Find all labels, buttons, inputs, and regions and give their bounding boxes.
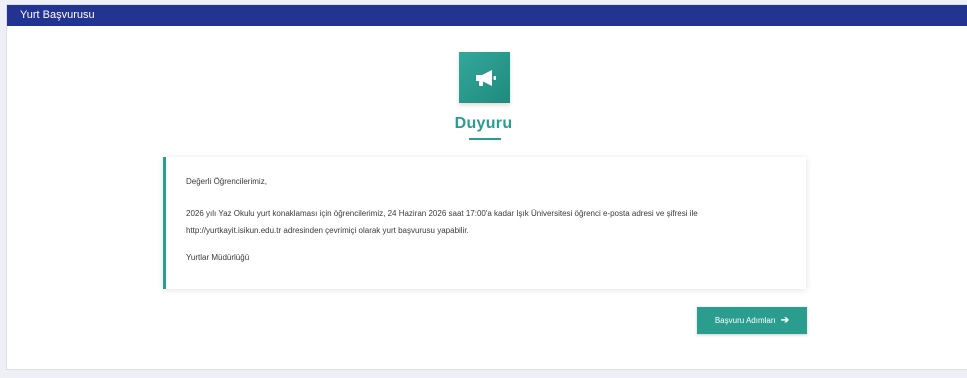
application-steps-button[interactable]: Başvuru Adımları ➔ (697, 307, 807, 334)
announcement-body: 2026 yılı Yaz Okulu yurt konaklaması içi… (186, 208, 746, 236)
announcement-greeting: Değerli Öğrencilerimiz, (186, 177, 267, 186)
window-title: Yurt Başvurusu (7, 5, 967, 26)
page-title: Duyuru (454, 115, 513, 132)
announcement-body-line-1: 2026 yılı Yaz Okulu yurt konaklaması içi… (186, 209, 698, 218)
announcement-signature: Yurtlar Müdürlüğü (186, 253, 250, 262)
arrow-right-icon: ➔ (780, 314, 790, 326)
application-steps-label: Başvuru Adımları (714, 316, 776, 325)
announcement-card: Değerli Öğrencilerimiz, 2026 yılı Yaz Ok… (163, 157, 806, 289)
title-underline (469, 138, 501, 140)
announcement-body-line-2: http://yurtkayit.isikun.edu.tr adresinde… (186, 226, 469, 235)
megaphone-icon (459, 52, 510, 103)
